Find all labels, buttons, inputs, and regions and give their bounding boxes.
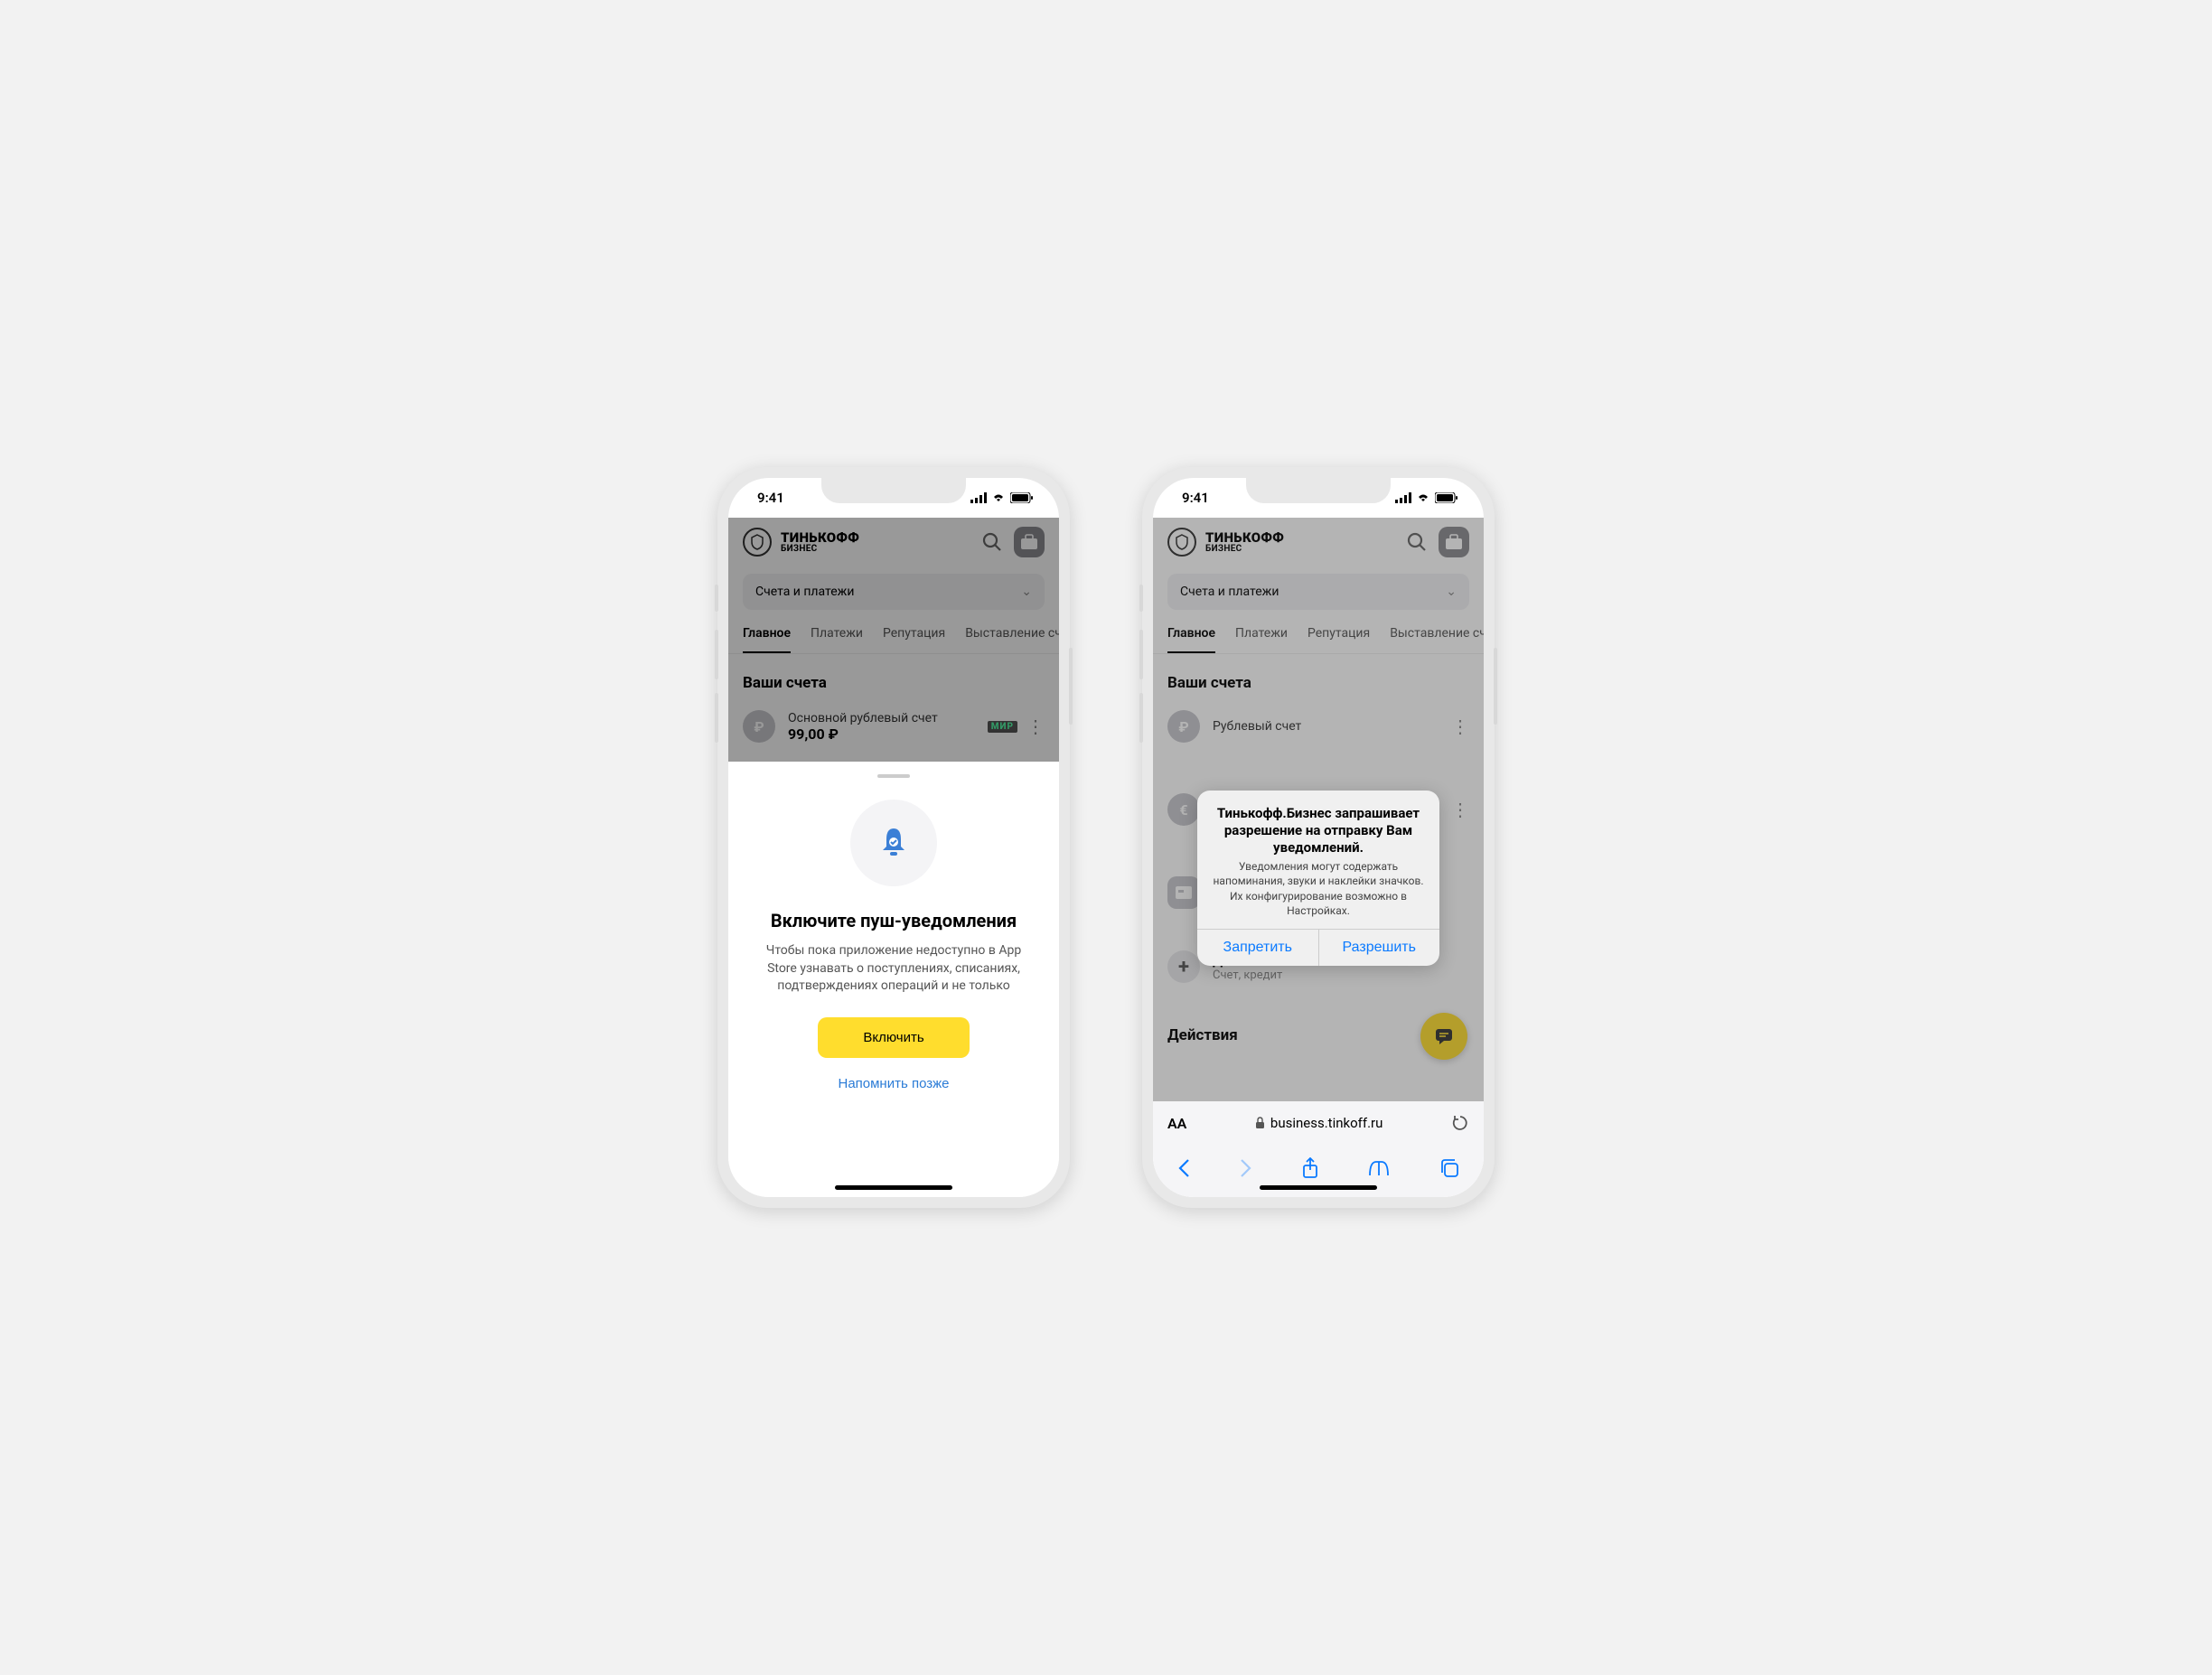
share-icon[interactable] xyxy=(1301,1157,1319,1179)
lock-icon xyxy=(1255,1117,1265,1129)
deny-button[interactable]: Запретить xyxy=(1197,930,1319,966)
reload-icon[interactable] xyxy=(1451,1114,1469,1132)
status-time: 9:41 xyxy=(757,490,784,506)
bell-icon xyxy=(850,800,937,886)
permission-alert: Тинькофф.Бизнес запрашивает разрешение н… xyxy=(1197,791,1439,966)
sheet-grabber[interactable] xyxy=(877,774,910,778)
backdrop[interactable] xyxy=(728,518,1059,762)
home-indicator[interactable] xyxy=(835,1185,952,1190)
text-size-button[interactable]: AA xyxy=(1167,1115,1186,1132)
forward-icon[interactable] xyxy=(1240,1158,1252,1178)
phone-mockup-right: 9:41 ТИНЬКОФФ БИЗНЕС xyxy=(1142,467,1495,1208)
remind-later-button[interactable]: Напомнить позже xyxy=(838,1076,949,1091)
tabs-icon[interactable] xyxy=(1439,1158,1459,1178)
status-icons xyxy=(1395,492,1458,503)
safari-url-bar[interactable]: AA business.tinkoff.ru xyxy=(1153,1101,1484,1145)
home-indicator[interactable] xyxy=(1260,1185,1377,1190)
sheet-title: Включите пуш-уведомления xyxy=(754,910,1034,931)
alert-title: Тинькофф.Бизнес запрашивает разрешение н… xyxy=(1210,805,1427,856)
allow-button[interactable]: Разрешить xyxy=(1319,930,1440,966)
status-icons xyxy=(970,492,1034,503)
url-text: business.tinkoff.ru xyxy=(1270,1115,1383,1131)
status-time: 9:41 xyxy=(1182,490,1209,506)
enable-button[interactable]: Включить xyxy=(818,1017,969,1058)
bookmarks-icon[interactable] xyxy=(1368,1159,1390,1177)
sheet-desc: Чтобы пока приложение недоступно в App S… xyxy=(759,942,1028,996)
push-sheet: Включите пуш-уведомления Чтобы пока прил… xyxy=(728,762,1059,1197)
alert-message: Уведомления могут содержать напоминания,… xyxy=(1210,859,1427,918)
back-icon[interactable] xyxy=(1177,1158,1190,1178)
phone-mockup-left: 9:41 ТИНЬКОФФ БИЗНЕС xyxy=(717,467,1070,1208)
